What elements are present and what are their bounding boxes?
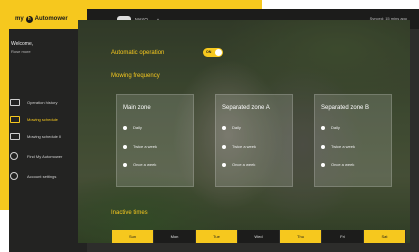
day-mon[interactable]: Mon bbox=[154, 230, 196, 243]
radio-label: Daily bbox=[331, 125, 340, 130]
radio-twice-a-week[interactable]: Twice a week bbox=[222, 144, 256, 149]
day-wed[interactable]: Wed bbox=[238, 230, 280, 243]
day-thu[interactable]: Thu bbox=[280, 230, 322, 243]
radio-once-a-week[interactable]: Once a week bbox=[123, 162, 156, 167]
schedule-icon bbox=[10, 132, 20, 140]
sidebar-item-operation-history[interactable]: Operation history bbox=[0, 96, 78, 108]
zone-title: Main zone bbox=[123, 105, 151, 111]
radio-icon bbox=[321, 162, 325, 167]
radio-icon bbox=[321, 144, 325, 149]
radio-label: Once a week bbox=[331, 162, 355, 167]
radio-twice-a-week[interactable]: Twice a week bbox=[123, 144, 157, 149]
day-sat[interactable]: Sat bbox=[364, 230, 406, 243]
radio-label: Twice a week bbox=[331, 144, 356, 149]
radio-daily[interactable]: Daily bbox=[321, 125, 340, 130]
automatic-operation-label: Automatic operation bbox=[111, 50, 165, 56]
location-icon bbox=[10, 152, 18, 160]
radio-label: Once a week bbox=[232, 162, 256, 167]
zone-card-main: Main zone Daily Twice a week Once a week bbox=[116, 94, 194, 187]
zone-card-separated-b: Separated zone B Daily Twice a week Once… bbox=[314, 94, 392, 187]
radio-daily[interactable]: Daily bbox=[123, 125, 142, 130]
radio-icon bbox=[321, 125, 325, 130]
radio-icon bbox=[123, 162, 127, 167]
radio-daily[interactable]: Daily bbox=[222, 125, 241, 130]
sidebar-item-label: Find My Automower bbox=[27, 153, 63, 159]
monitor-icon bbox=[10, 98, 20, 106]
toggle-state-text: ON bbox=[206, 50, 212, 54]
zone-title: Separated zone A bbox=[222, 105, 270, 111]
schedule-icon bbox=[10, 115, 20, 123]
zone-title: Separated zone B bbox=[321, 105, 370, 111]
toggle-knob bbox=[215, 49, 222, 56]
day-fri[interactable]: Fri bbox=[322, 230, 364, 243]
sidebar-item-mowing-schedule-ii[interactable]: Mowing schedule II bbox=[0, 130, 78, 142]
inactive-times-label: Inactive times bbox=[111, 210, 148, 216]
zone-card-separated-a: Separated zone A Daily Twice a week Once… bbox=[215, 94, 293, 187]
radio-icon bbox=[222, 144, 226, 149]
radio-label: Daily bbox=[232, 125, 241, 130]
radio-icon bbox=[222, 125, 226, 130]
sidebar-item-label: Account settings bbox=[27, 173, 57, 179]
radio-once-a-week[interactable]: Once a week bbox=[222, 162, 255, 167]
logo-brand-text: Automower bbox=[34, 16, 68, 22]
weekday-selector: Sun Mon Tue Wed Thu Fri Sat bbox=[112, 230, 406, 243]
radio-icon bbox=[123, 125, 127, 130]
sidebar-item-label: Operation history bbox=[27, 99, 58, 105]
logo-my-text: my bbox=[15, 16, 24, 22]
settings-icon bbox=[10, 172, 18, 180]
day-tue[interactable]: Tue bbox=[196, 230, 238, 243]
brand-badge-icon: h bbox=[25, 15, 33, 23]
user-name: Rose more bbox=[11, 49, 31, 54]
welcome-text: Welcome, bbox=[11, 41, 34, 47]
sidebar-item-find-my-automower[interactable]: Find My Automower bbox=[0, 150, 78, 162]
app-logo[interactable]: my h Automower bbox=[9, 9, 87, 29]
day-sun[interactable]: Sun bbox=[112, 230, 154, 243]
radio-icon bbox=[222, 162, 226, 167]
radio-label: Twice a week bbox=[232, 144, 257, 149]
sidebar-item-label: Mowing schedule bbox=[27, 116, 58, 122]
radio-label: Twice a week bbox=[133, 144, 158, 149]
radio-once-a-week[interactable]: Once a week bbox=[321, 162, 354, 167]
sidebar-item-label: Mowing schedule II bbox=[27, 133, 62, 139]
sidebar-item-account-settings[interactable]: Account settings bbox=[0, 170, 78, 182]
mowing-frequency-label: Mowing frequency bbox=[111, 73, 160, 79]
sidebar-item-mowing-schedule[interactable]: Mowing schedule bbox=[0, 113, 78, 125]
radio-label: Once a week bbox=[133, 162, 157, 167]
radio-twice-a-week[interactable]: Twice a week bbox=[321, 144, 355, 149]
automatic-operation-toggle[interactable]: ON bbox=[203, 48, 223, 57]
radio-icon bbox=[123, 144, 127, 149]
radio-label: Daily bbox=[133, 125, 142, 130]
